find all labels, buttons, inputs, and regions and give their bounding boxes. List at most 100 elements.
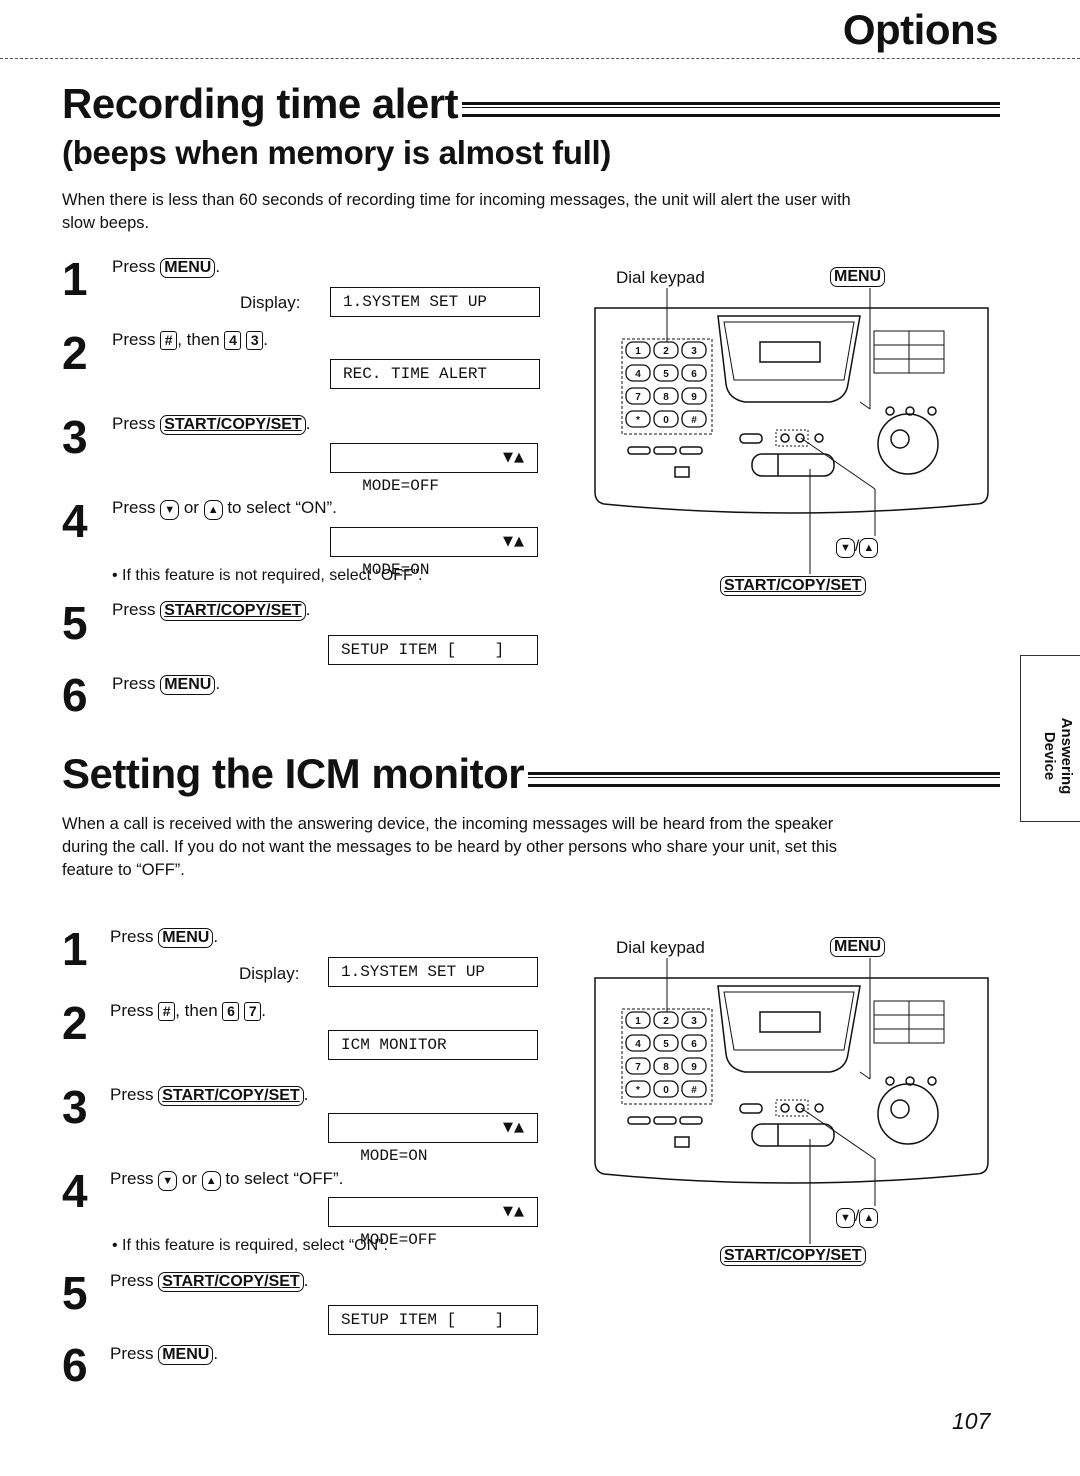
fax-panel-drawing: 1 2 3 4 5 6 7 8 9 * 0 # [594, 288, 989, 574]
keypad-key-label: # [691, 1085, 697, 1096]
up-key-icon: ▲ [859, 538, 879, 558]
step-verb: Press [110, 1001, 154, 1020]
dial-keypad: 1 2 3 4 5 6 7 8 9 * 0 # [625, 341, 707, 428]
step-text: , then [177, 330, 220, 349]
keypad-key-label: 4 [635, 369, 641, 380]
step-number: 4 [62, 1165, 88, 1217]
step-instruction: Press #, then 4 3. [112, 330, 268, 351]
intro-line: during the call. If you do not want the … [62, 838, 838, 856]
start-copy-set-key: START/COPY/SET [160, 415, 306, 435]
scroll-arrows-icon: ▼▲ [503, 1204, 525, 1219]
keypad-key-label: 6 [691, 1039, 697, 1050]
section1-title: Recording time alert [62, 80, 459, 127]
lcd-display: SETUP ITEM [ ] [328, 1305, 538, 1335]
keypad-key-label: 3 [691, 1016, 697, 1027]
step-text: or [183, 498, 199, 517]
scroll-arrows-icon: ▼▲ [503, 534, 525, 549]
start-copy-set-key: START/COPY/SET [720, 576, 866, 596]
start-copy-set-key: START/COPY/SET [158, 1272, 304, 1292]
step-number: 2 [62, 327, 88, 379]
section-header: Options [842, 6, 999, 53]
fax-panel-drawing: 1 2 3 4 5 6 7 8 9 * 0 # [594, 958, 989, 1244]
menu-key: MENU [158, 928, 214, 948]
lcd-display: 1.SYSTEM SET UP [328, 957, 538, 987]
lcd-display: MODE=OFF ▼▲ [330, 443, 538, 495]
keypad-key-label: 2 [663, 346, 669, 357]
nav-keys-callout: ▼ / ▲ [836, 1208, 879, 1228]
step-number: 6 [62, 669, 88, 721]
digit-key: 6 [222, 1002, 240, 1022]
keypad-key-label: 3 [691, 346, 697, 357]
page-number: 107 [952, 1408, 991, 1434]
section2-intro: When a call is received with the answeri… [62, 813, 982, 882]
step-verb: Press [110, 1169, 154, 1188]
up-key-icon: ▲ [859, 1208, 879, 1228]
fax-diagram: Dial keypad MENU 1 2 3 4 5 6 7 8 9 * 0 #… [590, 934, 990, 1274]
step-verb: Press [110, 1271, 154, 1290]
menu-key: MENU [160, 258, 216, 278]
title-rule [462, 102, 1000, 117]
punct: . [215, 257, 221, 276]
display-label: Display: [239, 964, 300, 983]
intro-line: feature to “OFF”. [62, 861, 185, 879]
step-verb: Press [112, 674, 156, 693]
step-number: 3 [62, 1081, 88, 1133]
step-number: 1 [62, 253, 88, 305]
menu-key: MENU [158, 1345, 214, 1365]
nav-keys-callout: ▼ / ▲ [836, 538, 879, 558]
keypad-key-label: 8 [663, 392, 669, 403]
step-number: 4 [62, 495, 88, 547]
lcd-display: ICM MONITOR [328, 1030, 538, 1060]
keypad-key-label: 7 [635, 1062, 641, 1073]
keypad-key-label: 5 [663, 369, 669, 380]
down-key-icon: ▼ [836, 538, 855, 558]
punct: . [213, 927, 219, 946]
digit-key: 3 [246, 331, 264, 351]
step-note: • If this feature is required, select “O… [112, 1237, 388, 1254]
punct: . [303, 1271, 309, 1290]
step-verb: Press [112, 257, 156, 276]
tab-line: Device [1041, 731, 1058, 781]
step-text: or [181, 1169, 197, 1188]
section2-title: Setting the ICM monitor [62, 750, 525, 797]
chapter-tab-label: Answering Device [1041, 676, 1075, 836]
step-verb: Press [112, 414, 156, 433]
punct: . [305, 600, 311, 619]
up-key-icon: ▲ [203, 500, 223, 520]
start-copy-set-key: START/COPY/SET [158, 1086, 304, 1106]
step-number: 6 [62, 1339, 88, 1391]
tab-line: Answering [1058, 717, 1075, 795]
keypad-key-label: * [636, 415, 640, 426]
step-verb: Press [112, 498, 156, 517]
keypad-key-label: 5 [663, 1039, 669, 1050]
keypad-key-label: 0 [663, 1085, 669, 1096]
punct: . [305, 414, 311, 433]
start-callout: START/COPY/SET [720, 1246, 866, 1266]
step-verb: Press [110, 1085, 154, 1104]
intro-line: When a call is received with the answeri… [62, 815, 834, 833]
intro-line: When there is less than 60 seconds of re… [62, 191, 851, 209]
keypad-key-label: 8 [663, 1062, 669, 1073]
step-instruction: Press START/COPY/SET. [112, 600, 310, 621]
keypad-key-label: * [636, 1085, 640, 1096]
section1-intro: When there is less than 60 seconds of re… [62, 189, 982, 235]
step-instruction: Press ▼ or ▲ to select “OFF”. [110, 1169, 343, 1191]
step-note: • If this feature is not required, selec… [112, 567, 423, 584]
step-instruction: Press START/COPY/SET. [112, 414, 310, 435]
keypad-key-label: 1 [635, 1016, 641, 1027]
fax-diagram: Dial keypad MENU 1 2 3 4 5 6 7 8 9 * 0 #… [590, 264, 990, 604]
keypad-key-label: 1 [635, 346, 641, 357]
step-verb: Press [110, 927, 154, 946]
start-copy-set-key: START/COPY/SET [720, 1246, 866, 1266]
display-label: Display: [240, 293, 301, 312]
keypad-key-label: 9 [691, 392, 697, 403]
lcd-display: SETUP ITEM [ ] [328, 635, 538, 665]
step-instruction: Press MENU. [112, 257, 220, 278]
step-text: to select “OFF”. [225, 1169, 344, 1188]
step-verb: Press [112, 330, 156, 349]
keypad-key-label: 2 [663, 1016, 669, 1027]
step-instruction: Press START/COPY/SET. [110, 1085, 308, 1106]
step-verb: Press [110, 1344, 154, 1363]
hash-key: # [158, 1002, 176, 1022]
step-instruction: Press MENU. [110, 927, 218, 948]
